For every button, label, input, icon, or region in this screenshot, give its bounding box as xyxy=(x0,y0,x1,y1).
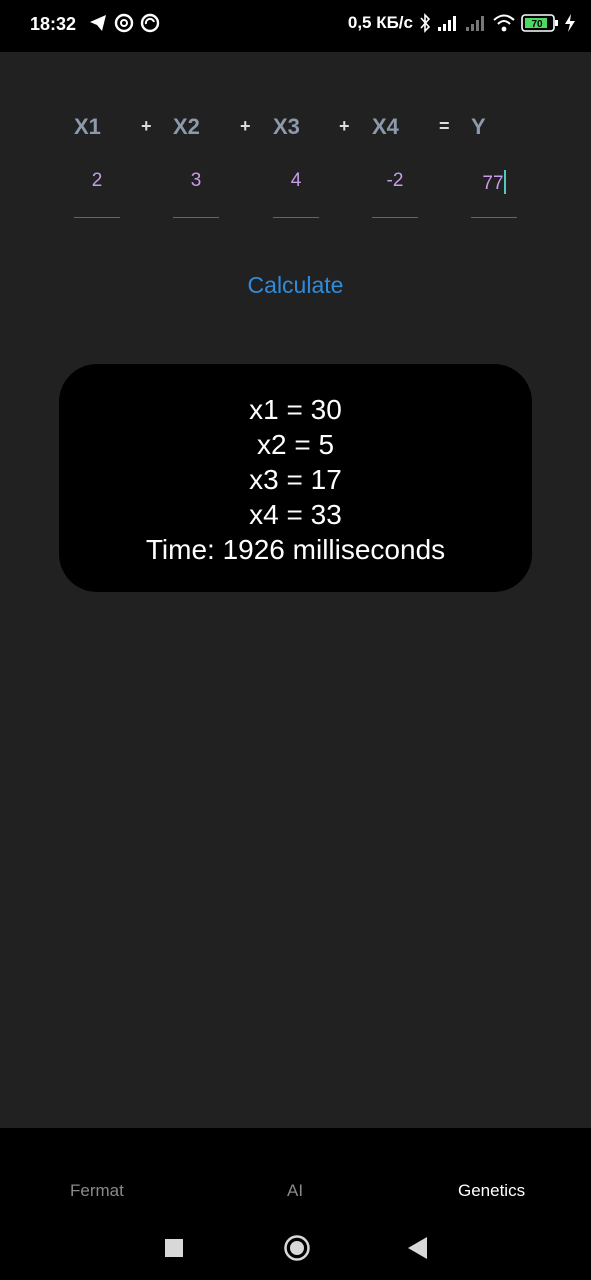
label-x1: X1 xyxy=(74,114,101,139)
calculate-button[interactable]: Calculate xyxy=(0,272,591,299)
notification-icons xyxy=(88,13,160,33)
x2-input-value: 3 xyxy=(190,170,202,191)
x1-input-value: 2 xyxy=(91,170,103,191)
operator-plus-2: + xyxy=(240,116,251,136)
battery-icon: 70 xyxy=(521,14,558,32)
label-x3: X3 xyxy=(273,114,300,139)
x3-input-value: 4 xyxy=(290,170,302,191)
result-card: x1 = 30 x2 = 5 x3 = 17 x4 = 33 Time: 192… xyxy=(59,364,532,592)
y-input-value-wrap: 77 xyxy=(471,170,517,195)
home-icon[interactable] xyxy=(283,1234,311,1262)
equation-header: X1 + X2 + X3 + X4 = Y xyxy=(0,114,591,144)
notification-circle-icon xyxy=(114,13,134,33)
label-y: Y xyxy=(471,114,486,139)
y-input-value: 77 xyxy=(482,173,504,194)
x4-input[interactable]: -2 xyxy=(372,162,418,218)
system-status-icons: 0,5 КБ/с 70 xyxy=(348,13,575,33)
y-input[interactable]: 77 xyxy=(471,162,517,218)
signal-2-icon xyxy=(466,16,484,31)
operator-plus-3: + xyxy=(339,116,350,136)
x3-input[interactable]: 4 xyxy=(273,162,319,218)
recent-apps-icon[interactable] xyxy=(165,1239,183,1257)
tab-genetics[interactable]: Genetics xyxy=(458,1181,525,1201)
operator-equals: = xyxy=(439,116,450,136)
bottom-navigation: Fermat AI Genetics xyxy=(0,1128,591,1280)
result-x4: x4 = 33 xyxy=(249,499,342,530)
x1-input[interactable]: 2 xyxy=(74,162,120,218)
operator-plus-1: + xyxy=(141,116,152,136)
tab-ai[interactable]: AI xyxy=(287,1181,303,1201)
status-time: 18:32 xyxy=(30,14,77,34)
equation-inputs: 2 3 4 -2 77 xyxy=(0,162,591,222)
status-bar: 18:32 0,5 КБ/с 70 xyxy=(0,0,591,52)
battery-level: 70 xyxy=(531,19,543,30)
telegram-icon xyxy=(90,15,106,31)
tab-fermat[interactable]: Fermat xyxy=(70,1181,124,1201)
x2-input[interactable]: 3 xyxy=(173,162,219,218)
bluetooth-icon xyxy=(420,13,431,33)
wifi-icon xyxy=(493,14,515,32)
notification-circle-icon-2 xyxy=(140,13,160,33)
system-navigation-bar xyxy=(0,1228,591,1268)
result-x1: x1 = 30 xyxy=(249,394,342,425)
label-x2: X2 xyxy=(173,114,200,139)
text-cursor xyxy=(503,170,506,194)
network-speed: 0,5 КБ/с xyxy=(347,13,413,32)
label-x4: X4 xyxy=(372,114,399,139)
result-x3: x3 = 17 xyxy=(249,464,342,495)
back-icon[interactable] xyxy=(408,1237,428,1259)
result-time: Time: 1926 milliseconds xyxy=(145,534,446,565)
result-lines: x1 = 30 x2 = 5 x3 = 17 x4 = 33 Time: 192… xyxy=(59,392,532,567)
signal-icon xyxy=(438,16,456,31)
result-x2: x2 = 5 xyxy=(256,429,335,460)
charging-icon xyxy=(565,14,575,32)
x4-input-value: -2 xyxy=(386,170,404,191)
